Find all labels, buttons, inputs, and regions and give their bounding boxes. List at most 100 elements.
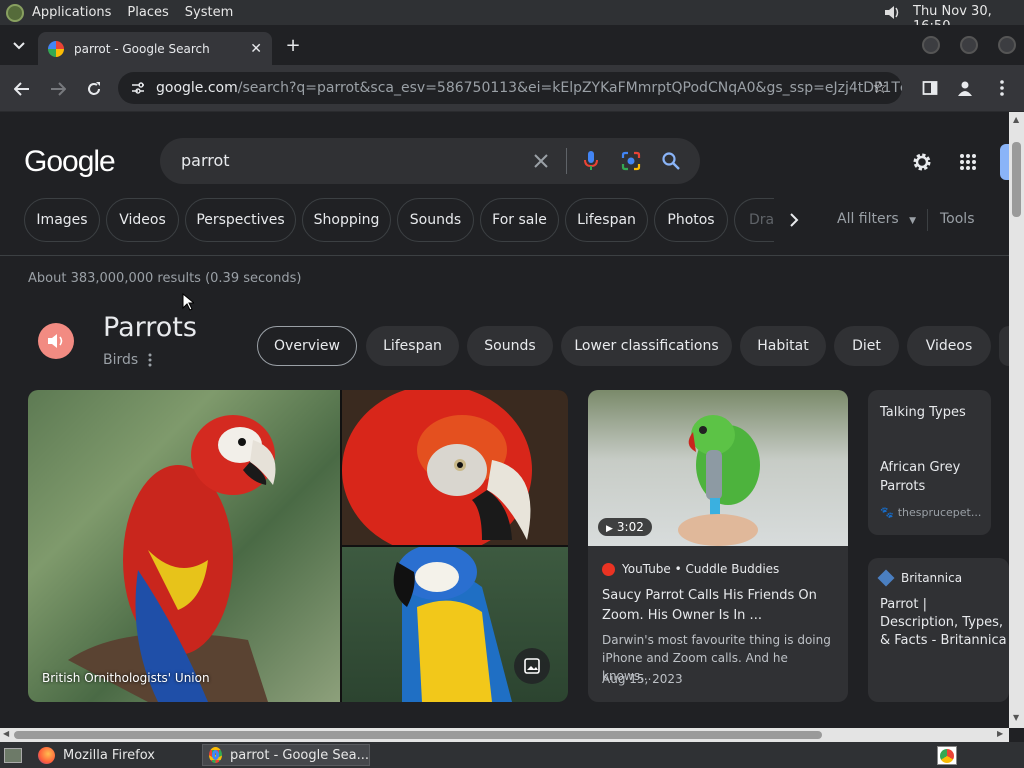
window-minimize-button[interactable] [922,36,940,54]
chrome-menu-icon[interactable] [992,78,1012,98]
knowledge-title: Parrots [103,312,197,343]
kp-chip-habitat[interactable]: Habitat [740,326,826,366]
bottom-taskbar: Mozilla Firefox parrot - Google Sea... [0,742,1024,768]
all-filters-button[interactable]: All filters ▼ [837,211,916,227]
address-bar[interactable]: google.com/search?q=parrot&sca_esv=58675… [118,72,902,104]
tab-close-icon[interactable]: ✕ [250,41,262,57]
microphone-icon[interactable] [580,149,602,173]
search-input[interactable]: parrot [181,151,230,170]
reload-icon[interactable] [82,77,106,101]
horizontal-scroll-thumb[interactable] [14,731,822,739]
talking-types-source-row: 🐾 thesprucepet... [880,506,981,519]
tray-chrome-icon[interactable] [937,746,957,765]
filter-chip-perspectives[interactable]: Perspectives [185,198,296,242]
kp-chip-sounds[interactable]: Sounds [467,326,553,366]
vertical-scrollbar[interactable]: ▲ ▼ [1009,112,1024,728]
horizontal-scrollbar[interactable]: ◀ ▶ [0,728,1009,742]
vertical-scroll-thumb[interactable] [1012,142,1021,217]
volume-icon[interactable] [882,3,902,22]
google-favicon-icon [48,40,64,57]
window-maximize-button[interactable] [960,36,978,54]
kp-chip-diet[interactable]: Diet [834,326,899,366]
google-lens-icon[interactable] [619,149,643,173]
kp-chip-lifespan[interactable]: Lifespan [366,326,459,366]
filter-chip-photos[interactable]: Photos [654,198,728,242]
menu-applications[interactable]: Applications [24,5,119,20]
header-divider [0,255,1009,256]
macaw-closeup-image[interactable] [342,390,568,555]
kp-chip-partial [999,326,1009,366]
taskbar-item-chrome[interactable]: parrot - Google Sea... [202,744,370,766]
search-results-page: Google parrot Images Videos Perspectives… [0,112,1009,728]
filter-chip-sounds[interactable]: Sounds [397,198,474,242]
new-tab-icon[interactable]: + [282,34,304,56]
video-result-card[interactable]: ▶ 3:02 YouTube • Cuddle Buddies Saucy Par… [588,390,848,702]
taskbar-item-firefox-label: Mozilla Firefox [63,747,155,763]
site-info-icon[interactable] [130,80,146,96]
video-source-row: YouTube • Cuddle Buddies [602,562,779,576]
talking-types-heading: Talking Types [880,405,966,420]
britannica-source-row: Britannica [877,569,963,587]
scroll-left-arrow-icon[interactable]: ◀ [3,729,9,738]
image-gallery-icon[interactable] [514,648,550,684]
url-path: /search?q=parrot&sca_esv=586750113&ei=kE… [237,80,902,96]
filter-chip-lifespan[interactable]: Lifespan [565,198,648,242]
filters-divider [927,209,928,231]
britannica-card[interactable]: Britannica Parrot | Description, Types, … [868,558,1009,702]
scroll-down-arrow-icon[interactable]: ▼ [1013,713,1019,722]
britannica-title: Parrot | Description, Types, & Facts - B… [880,597,1007,648]
chrome-icon [209,747,222,763]
svg-text:Google: Google [24,145,115,178]
taskbar-item-chrome-label: parrot - Google Sea... [230,747,369,763]
image-collage: British Ornithologists' Union [28,390,568,702]
parrot-sound-icon[interactable] [38,323,74,359]
settings-gear-icon[interactable] [910,150,934,174]
back-icon[interactable] [10,77,34,101]
filter-chip-images[interactable]: Images [24,198,100,242]
show-desktop-icon[interactable] [4,748,22,763]
more-options-icon[interactable] [148,352,154,368]
menu-system[interactable]: System [177,5,241,20]
image-source-caption: British Ornithologists' Union [42,671,210,685]
tools-button[interactable]: Tools [940,211,975,227]
scarlet-macaw-image[interactable]: British Ornithologists' Union [28,390,340,702]
tab-active[interactable]: parrot - Google Search ✕ [38,32,272,65]
google-logo[interactable]: Google [24,144,116,186]
forward-icon[interactable] [46,77,70,101]
video-title[interactable]: Saucy Parrot Calls His Friends On Zoom. … [602,586,838,626]
profile-icon[interactable] [955,78,975,98]
clear-search-icon[interactable] [530,150,552,172]
apps-grid-icon[interactable] [956,150,980,174]
youtube-icon [602,562,615,576]
talking-types-card[interactable]: Talking Types African Grey Parrots 🐾 thes… [868,390,991,535]
bookmark-star-icon[interactable]: ☆ [870,78,890,98]
play-icon: ▶ [606,524,613,534]
menu-places[interactable]: Places [119,5,176,20]
filter-chip-truncated[interactable]: Dra [734,198,774,242]
kp-chip-lower-classifications[interactable]: Lower classifications [561,326,732,366]
chevron-right-icon[interactable] [782,208,806,232]
britannica-source: Britannica [901,571,963,585]
window-close-button[interactable] [998,36,1016,54]
tab-search-chevron-icon[interactable] [8,35,30,57]
kp-chip-videos[interactable]: Videos [907,326,991,366]
scroll-right-arrow-icon[interactable]: ▶ [997,729,1003,738]
video-thumbnail[interactable]: ▶ 3:02 [588,390,848,546]
sign-in-button[interactable] [1000,144,1009,180]
filter-chip-videos[interactable]: Videos [106,198,179,242]
browser-toolbar: google.com/search?q=parrot&sca_esv=58675… [0,65,1024,112]
knowledge-subtitle: Birds [103,352,139,368]
video-date: Aug 15, 2023 [602,672,683,686]
filter-chip-shopping[interactable]: Shopping [302,198,391,242]
scroll-up-arrow-icon[interactable]: ▲ [1013,115,1019,124]
britannica-icon [877,569,895,587]
kp-chip-overview[interactable]: Overview [257,326,357,366]
search-divider [566,148,567,174]
blue-yellow-macaw-image[interactable] [342,544,568,702]
side-panel-icon[interactable] [920,78,940,98]
taskbar-item-firefox[interactable]: Mozilla Firefox [34,744,198,766]
filter-chip-for-sale[interactable]: For sale [480,198,559,242]
gnome-foot-icon[interactable] [6,3,24,22]
search-icon[interactable] [659,149,683,173]
url-host: google.com [156,80,238,96]
